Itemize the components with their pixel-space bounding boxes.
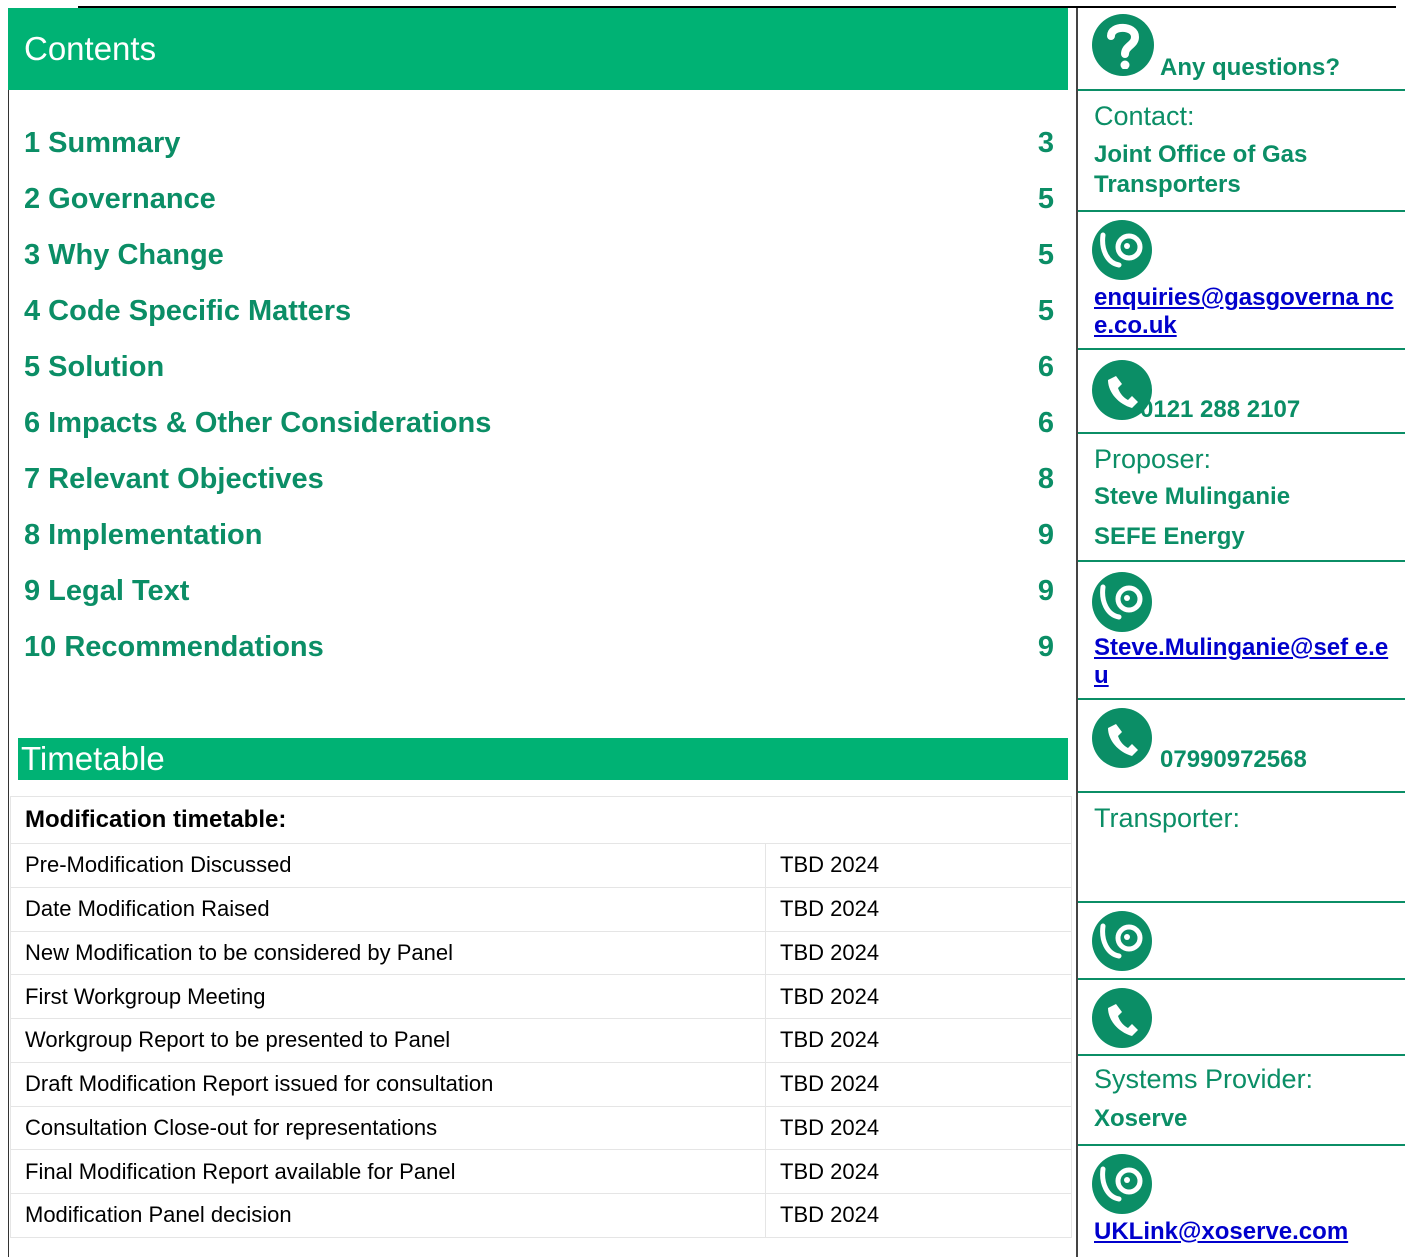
toc-item-page: 6 [1037, 406, 1054, 439]
row-date: TBD 2024 [780, 1158, 880, 1184]
systems-provider-cell: Systems Provider: Xoserve [1078, 1056, 1405, 1146]
toc-item[interactable]: 3 Why Change 5 [24, 227, 1054, 283]
proposer-email-cell: Steve.Mulinganie@sef e.eu [1078, 562, 1405, 700]
proposer-org: SEFE Energy [1094, 523, 1245, 550]
proposer-phone-cell: 07990972568 [1078, 700, 1405, 793]
table-row: Date Modification Raised TBD 2024 [11, 887, 1071, 932]
contact-label: Contact: [1094, 101, 1195, 131]
toc-item[interactable]: 1 Summary 3 [24, 115, 1054, 171]
table-of-contents: 1 Summary 3 2 Governance 5 3 Why Change 5 4… [24, 115, 1054, 675]
toc-item[interactable]: 10 Recommendations 9 [24, 619, 1054, 675]
row-event: Final Modification Report available for … [11, 1150, 766, 1193]
toc-item-label: 4 Code Specific Matters [24, 294, 352, 327]
proposer-label: Proposer: [1094, 444, 1212, 474]
row-date: TBD 2024 [780, 896, 880, 922]
toc-item[interactable]: 7 Relevant Objectives 8 [24, 451, 1054, 507]
toc-item-label: 5 Solution [24, 350, 165, 383]
row-event: New Modification to be considered by Pan… [11, 931, 766, 975]
toc-item-page: 5 [1037, 294, 1054, 327]
contact-cell: Contact: Joint Office of Gas Transporter… [1078, 91, 1405, 212]
questions-cell: Any questions? [1078, 8, 1405, 91]
toc-item[interactable]: 5 Solution 6 [24, 339, 1054, 395]
toc-item[interactable]: 6 Impacts & Other Considerations 6 [24, 395, 1054, 451]
phone-icon [1092, 988, 1152, 1048]
contact-email-cell: enquiries@gasgoverna nce.co.uk [1078, 212, 1405, 350]
timetable-header: Timetable [18, 738, 1068, 780]
row-event: Draft Modification Report issued for con… [11, 1062, 766, 1106]
toc-item-label: 1 Summary [24, 126, 181, 159]
contact-phone-cell: 0121 288 2107 [1078, 350, 1405, 434]
toc-item-page: 3 [1037, 126, 1054, 159]
toc-item[interactable]: 8 Implementation 9 [24, 507, 1054, 563]
row-date: TBD 2024 [780, 1027, 880, 1053]
proposer-phone: 07990972568 [1160, 746, 1307, 773]
row-date: TBD 2024 [780, 1202, 880, 1228]
toc-item-label: 8 Implementation [24, 518, 263, 551]
systems-provider-label: Systems Provider: [1094, 1064, 1314, 1094]
question-mark-icon [1092, 14, 1154, 76]
table-row: Modification Panel decision TBD 2024 [11, 1194, 1071, 1237]
toc-item-page: 9 [1037, 518, 1054, 551]
contact-phone: 0121 288 2107 [1140, 396, 1301, 423]
phone-icon [1092, 708, 1152, 768]
toc-item-page: 6 [1037, 350, 1054, 383]
toc-item-page: 5 [1037, 182, 1054, 215]
toc-item-label: 2 Governance [24, 182, 216, 215]
transporter-phone-cell [1078, 980, 1405, 1056]
table-row: Draft Modification Report issued for con… [11, 1062, 1071, 1107]
contents-header: Contents [8, 8, 1068, 90]
table-row: Consultation Close-out for representatio… [11, 1106, 1071, 1151]
row-date: TBD 2024 [780, 852, 880, 878]
row-date: TBD 2024 [780, 1114, 880, 1140]
transporter-email-cell [1078, 903, 1405, 980]
systems-provider-name: Xoserve [1094, 1105, 1188, 1132]
row-date: TBD 2024 [780, 1071, 880, 1097]
toc-item-label: 6 Impacts & Other Considerations [24, 406, 492, 439]
systems-email-cell: UKLink@xoserve.com [1078, 1146, 1405, 1256]
questions-label: Any questions? [1160, 54, 1341, 81]
left-rule [8, 90, 9, 1257]
toc-item-label: 9 Legal Text [24, 574, 190, 607]
table-row: First Workgroup Meeting TBD 2024 [11, 975, 1071, 1019]
toc-item-label: 3 Why Change [24, 238, 224, 271]
toc-item-page: 8 [1037, 462, 1054, 495]
row-date: TBD 2024 [780, 983, 880, 1009]
toc-item[interactable]: 9 Legal Text 9 [24, 563, 1054, 619]
timetable-table-heading: Modification timetable: [11, 797, 1071, 844]
toc-item-page: 9 [1037, 630, 1054, 663]
toc-item-label: 10 Recommendations [24, 630, 324, 663]
row-date: TBD 2024 [780, 939, 880, 965]
transporter-label: Transporter: [1094, 803, 1241, 833]
toc-item-page: 5 [1037, 238, 1054, 271]
timetable-table: Modification timetable: Pre-Modification… [10, 796, 1072, 1238]
proposer-email-link[interactable]: Steve.Mulinganie@sef e.eu [1094, 634, 1394, 690]
table-row: Pre-Modification Discussed TBD 2024 [11, 844, 1071, 888]
email-icon [1092, 220, 1152, 280]
toc-item[interactable]: 4 Code Specific Matters 5 [24, 283, 1054, 339]
row-event: Pre-Modification Discussed [11, 844, 766, 887]
systems-email-link[interactable]: UKLink@xoserve.com [1094, 1218, 1348, 1246]
row-event: First Workgroup Meeting [11, 975, 766, 1018]
contact-sidebar: Any questions? Contact: Joint Office of … [1076, 8, 1405, 1257]
email-icon [1092, 911, 1152, 971]
proposer-name: Steve Mulinganie [1094, 483, 1291, 510]
contents-title: Contents [24, 30, 157, 67]
timetable-title: Timetable [21, 740, 165, 777]
email-icon [1092, 572, 1152, 632]
toc-item-label: 7 Relevant Objectives [24, 462, 324, 495]
email-icon [1092, 1154, 1152, 1214]
table-row: Final Modification Report available for … [11, 1150, 1071, 1194]
row-event: Consultation Close-out for representatio… [11, 1106, 766, 1150]
toc-item-page: 9 [1037, 574, 1054, 607]
row-event: Modification Panel decision [11, 1194, 766, 1237]
table-row: New Modification to be considered by Pan… [11, 931, 1071, 976]
row-event: Workgroup Report to be presented to Pane… [11, 1019, 766, 1062]
toc-item[interactable]: 2 Governance 5 [24, 171, 1054, 227]
contact-email-link[interactable]: enquiries@gasgoverna nce.co.uk [1094, 284, 1394, 340]
contact-name: Joint Office of Gas Transporters [1094, 141, 1308, 198]
table-row: Workgroup Report to be presented to Pane… [11, 1019, 1071, 1063]
proposer-cell: Proposer: Steve Mulinganie SEFE Energy [1078, 434, 1405, 562]
transporter-cell: Transporter: [1078, 793, 1405, 903]
row-event: Date Modification Raised [11, 887, 766, 931]
